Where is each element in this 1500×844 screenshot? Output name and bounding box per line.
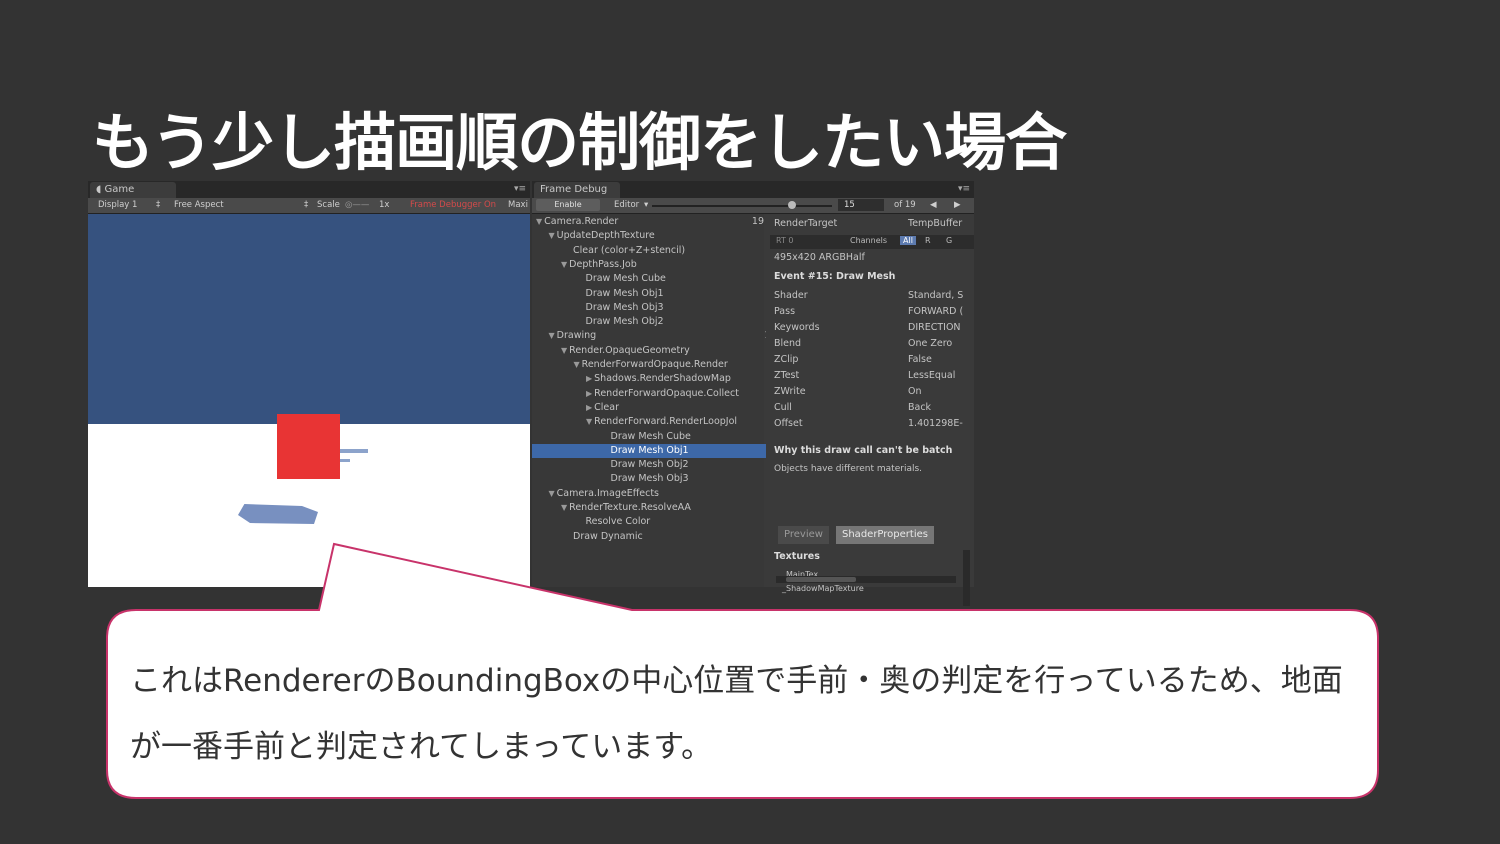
callout-text: これはRendererのBoundingBoxの中心位置で手前・奥の判定を行って…	[130, 663, 1343, 765]
